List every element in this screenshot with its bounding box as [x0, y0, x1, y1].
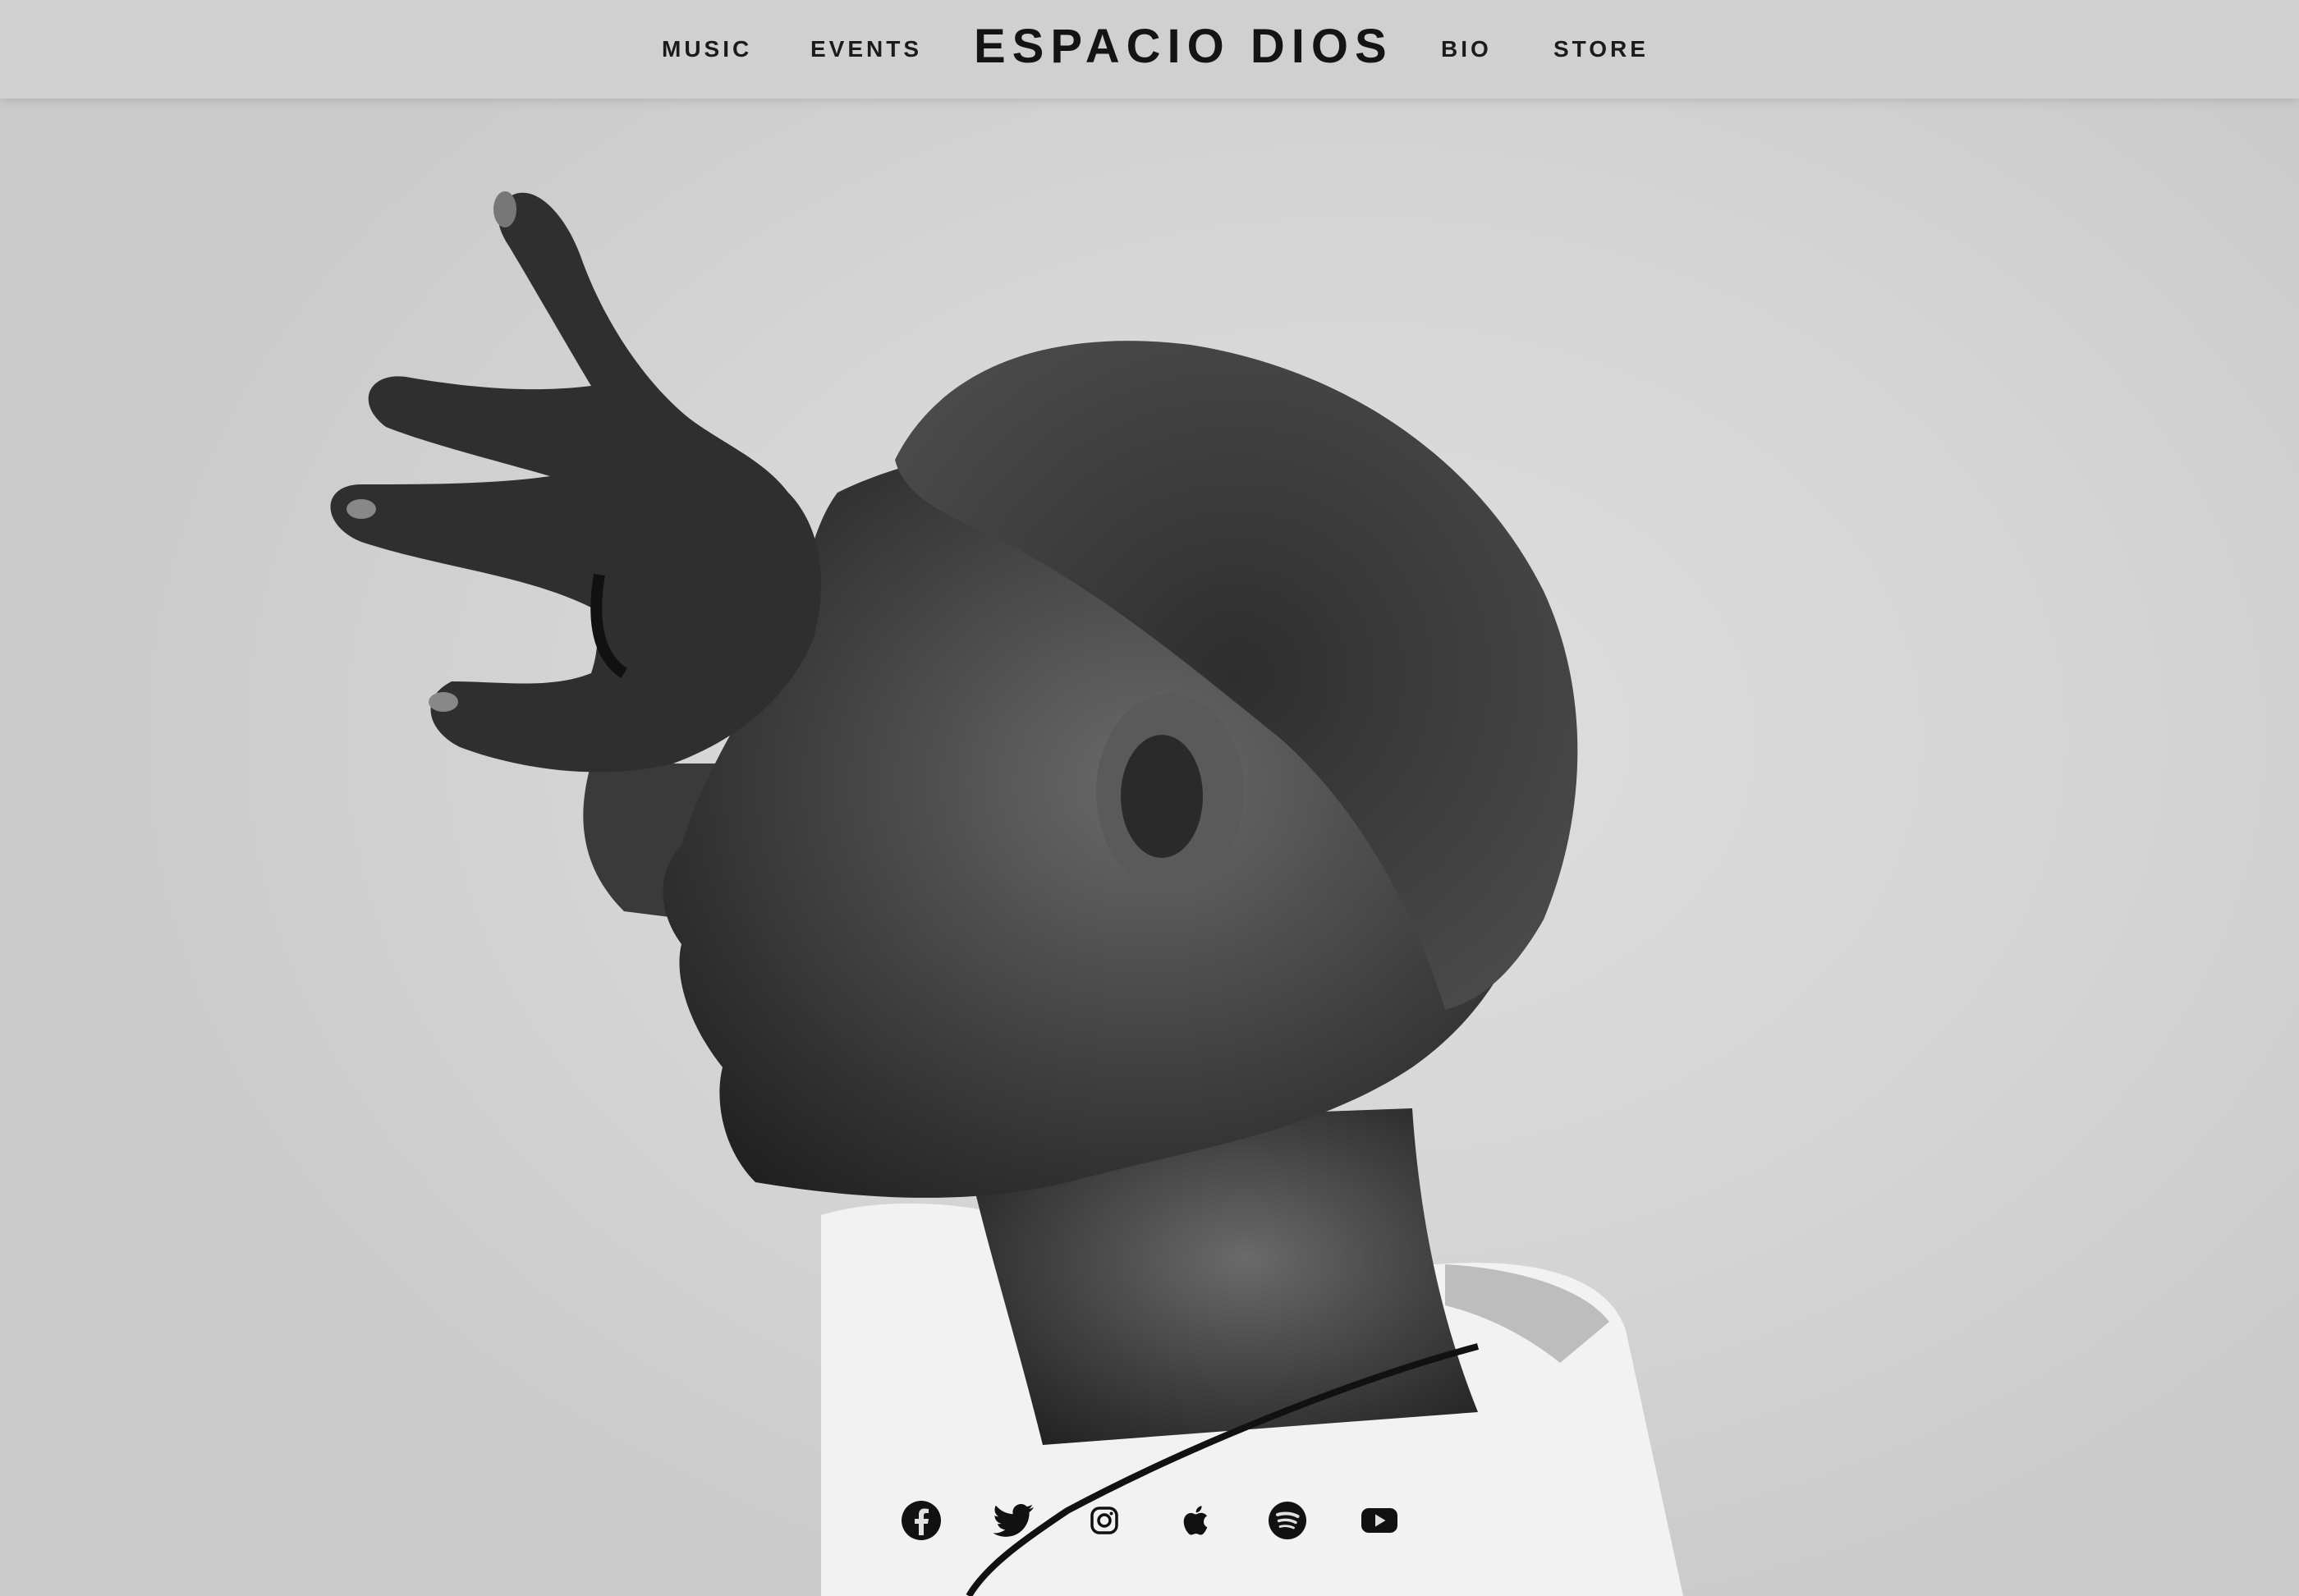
nav-link-bio[interactable]: BIO [1441, 36, 1492, 62]
site-brand-title[interactable]: ESPACIO DIOS [974, 20, 1393, 74]
twitter-icon[interactable] [992, 1499, 1035, 1542]
instagram-icon[interactable] [1083, 1499, 1126, 1542]
nav-link-store[interactable]: STORE [1553, 36, 1649, 62]
youtube-icon[interactable] [1358, 1499, 1401, 1542]
hero-photo [0, 0, 2299, 1596]
portrait-illustration [330, 191, 1683, 1596]
spotify-icon[interactable] [1266, 1499, 1309, 1542]
nav-link-events[interactable]: EVENTS [810, 36, 922, 62]
facebook-icon[interactable] [900, 1499, 943, 1542]
nav-link-music[interactable]: MUSIC [662, 36, 752, 62]
social-links [900, 1497, 1401, 1543]
top-navbar: MUSIC EVENTS ESPACIO DIOS BIO STORE [0, 0, 2299, 99]
apple-music-icon[interactable] [1175, 1499, 1218, 1542]
